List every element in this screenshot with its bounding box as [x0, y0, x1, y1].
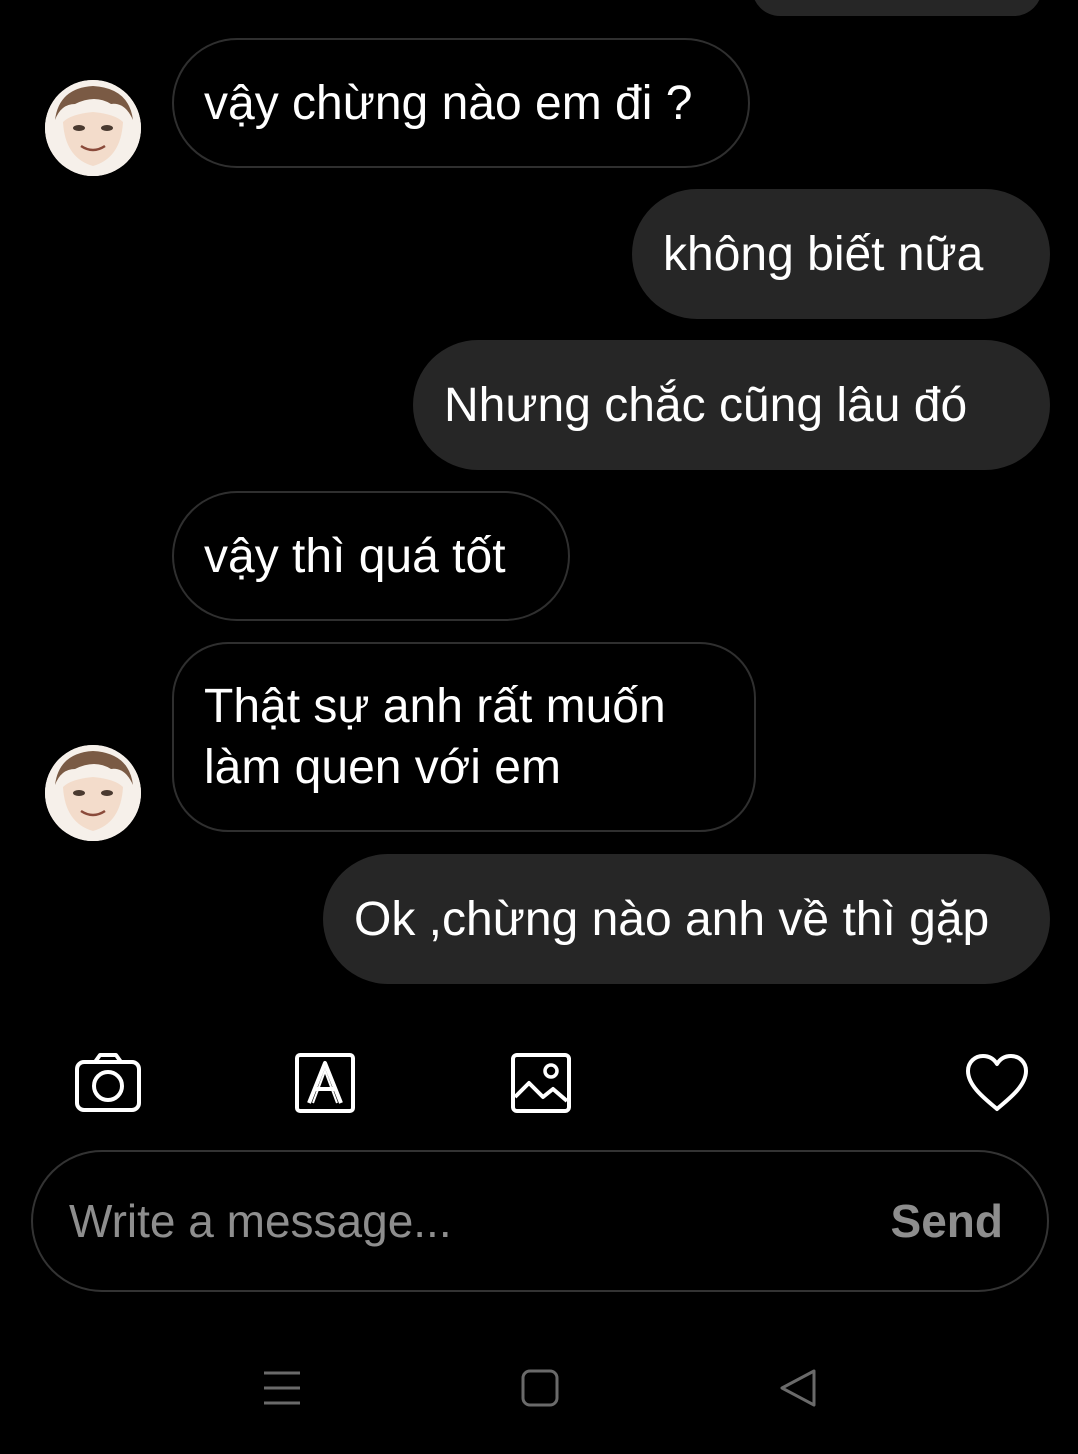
message-text: vậy thì quá tốt: [204, 529, 506, 583]
back-icon[interactable]: [770, 1360, 826, 1416]
avatar-face-icon: [45, 745, 141, 841]
message-text: Nhưng chắc cũng lâu đó: [444, 378, 968, 432]
sticker-icon[interactable]: [292, 1050, 358, 1116]
menu-icon[interactable]: [254, 1360, 310, 1416]
message-bubble-outgoing[interactable]: không biết nữa: [632, 189, 1050, 319]
message-bubble-outgoing[interactable]: Ok ,chừng nào anh về thì gặp: [323, 854, 1050, 984]
contact-avatar[interactable]: [45, 745, 141, 841]
contact-avatar[interactable]: [45, 80, 141, 176]
previous-message-bubble: [752, 0, 1042, 16]
camera-icon[interactable]: [75, 1050, 141, 1116]
avatar-face-icon: [45, 80, 141, 176]
home-icon[interactable]: [512, 1360, 568, 1416]
message-composer: Send: [31, 1150, 1049, 1292]
message-text: Ok ,chừng nào anh về thì gặp: [354, 892, 990, 946]
gallery-icon[interactable]: [508, 1050, 574, 1116]
message-text: vậy chừng nào em đi ?: [204, 76, 693, 130]
message-bubble-outgoing[interactable]: Nhưng chắc cũng lâu đó: [413, 340, 1050, 470]
send-label: Send: [890, 1195, 1003, 1247]
message-text: không biết nữa: [663, 227, 984, 281]
message-bubble-incoming[interactable]: vậy chừng nào em đi ?: [172, 38, 750, 168]
heart-icon[interactable]: [964, 1050, 1030, 1116]
message-bubble-incoming[interactable]: vậy thì quá tốt: [172, 491, 570, 621]
message-bubble-incoming[interactable]: Thật sự anh rất muốn làm quen với em: [172, 642, 756, 832]
message-text: Thật sự anh rất muốn làm quen với em: [204, 680, 666, 794]
message-input[interactable]: [69, 1152, 869, 1290]
send-button[interactable]: Send: [891, 1152, 1003, 1290]
